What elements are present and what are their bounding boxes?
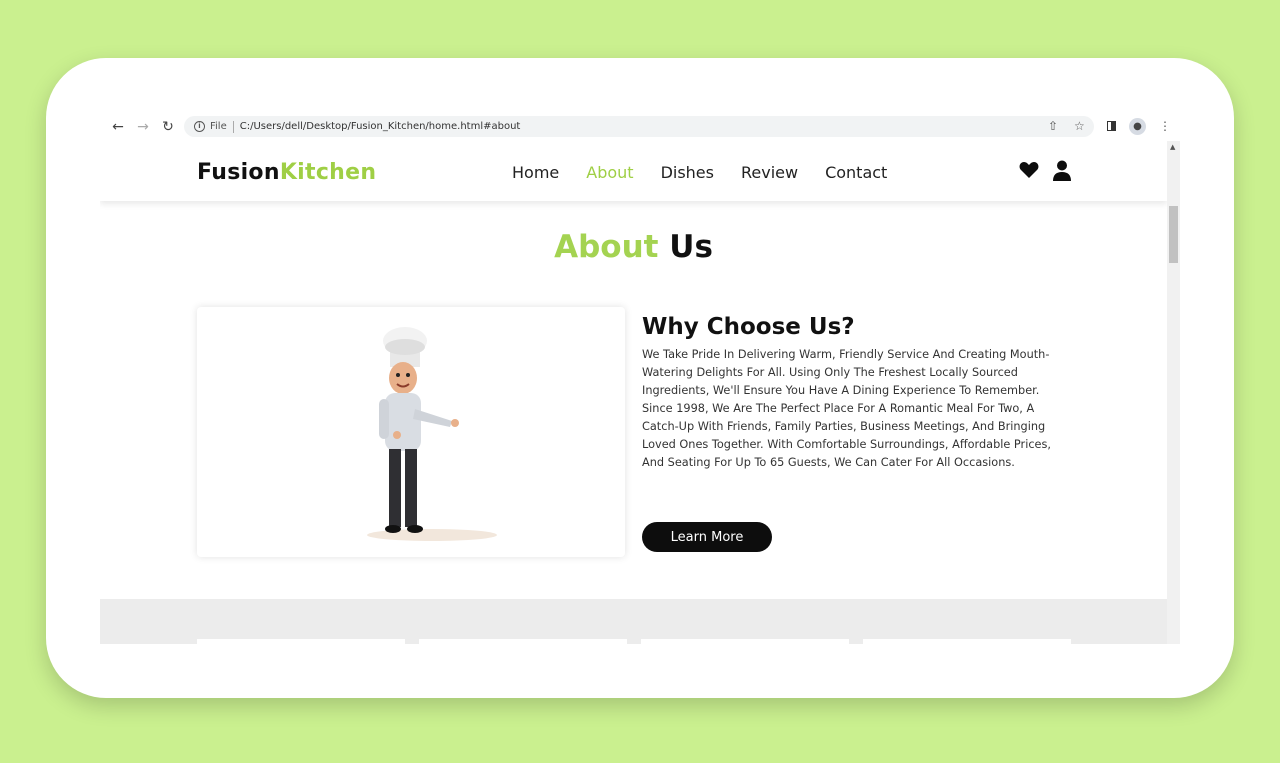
chef-illustration: [367, 327, 497, 541]
logo-part-2: Kitchen: [279, 160, 377, 185]
learn-more-button[interactable]: Learn More: [642, 522, 772, 552]
section-title-accent: About: [554, 229, 659, 265]
browser-menu-icon[interactable]: ⋮: [1159, 119, 1171, 133]
card-preview: [197, 639, 405, 644]
card-preview: [641, 639, 849, 644]
about-paragraph-1: We Take Pride In Delivering Warm, Friend…: [642, 348, 1050, 397]
browser-window: ← → ↻ i File C:/Users/dell/Desktop/Fusio…: [100, 114, 1180, 644]
scroll-up-arrow-icon[interactable]: ▲: [1170, 143, 1175, 151]
nav-contact[interactable]: Contact: [825, 163, 887, 182]
site-header: FusionKitchen Home About Dishes Review C…: [100, 141, 1167, 201]
back-arrow-icon[interactable]: ←: [108, 117, 128, 137]
share-icon[interactable]: ⇧: [1048, 119, 1058, 133]
nav-review[interactable]: Review: [741, 163, 798, 182]
address-separator: [232, 120, 234, 133]
about-paragraph-2: Since 1998, We Are The Perfect Place For…: [642, 402, 1051, 469]
bookmark-star-icon[interactable]: ☆: [1074, 119, 1085, 133]
logo-part-1: Fusion: [197, 160, 280, 185]
address-bar[interactable]: i File C:/Users/dell/Desktop/Fusion_Kitc…: [184, 116, 1094, 137]
card-preview: [419, 639, 627, 644]
page-scrollbar[interactable]: ▲: [1167, 141, 1180, 644]
profile-icon[interactable]: ●: [1129, 118, 1146, 135]
next-section: [100, 599, 1167, 644]
user-icon[interactable]: [1053, 160, 1071, 182]
section-title: About Us: [100, 229, 1167, 265]
nav-about[interactable]: About: [586, 163, 633, 182]
about-heading: Why Choose Us?: [642, 314, 855, 340]
side-panel-icon[interactable]: [1107, 121, 1116, 131]
info-icon[interactable]: i: [194, 121, 205, 132]
file-label: File: [210, 121, 227, 132]
nav-home[interactable]: Home: [512, 163, 559, 182]
site-logo[interactable]: FusionKitchen: [197, 160, 376, 185]
web-page: FusionKitchen Home About Dishes Review C…: [100, 141, 1167, 644]
heart-icon[interactable]: [1019, 161, 1039, 179]
url-text[interactable]: C:/Users/dell/Desktop/Fusion_Kitchen/hom…: [240, 121, 521, 132]
forward-arrow-icon[interactable]: →: [133, 117, 153, 137]
about-image: [197, 307, 625, 557]
main-nav: Home About Dishes Review Contact: [512, 163, 914, 182]
about-content: Why Choose Us? We Take Pride In Deliveri…: [642, 314, 1072, 472]
scroll-thumb[interactable]: [1169, 206, 1178, 263]
reload-icon[interactable]: ↻: [158, 117, 178, 137]
section-title-rest: Us: [669, 229, 713, 265]
card-preview: [863, 639, 1071, 644]
nav-dishes[interactable]: Dishes: [661, 163, 714, 182]
browser-toolbar: ← → ↻ i File C:/Users/dell/Desktop/Fusio…: [100, 114, 1180, 140]
